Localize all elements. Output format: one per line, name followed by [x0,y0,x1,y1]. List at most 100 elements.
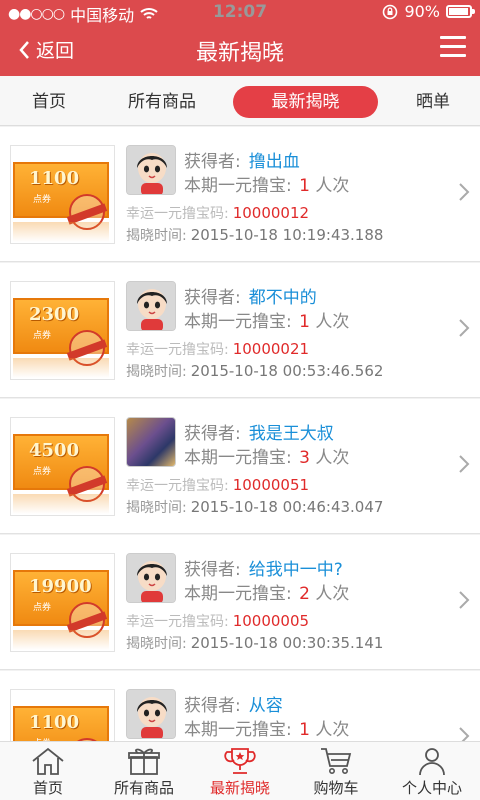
reveal-list-item[interactable]: 4500 点券 获得者: 我是王大叔 本期一元撸宝: 3 人次 幸运一元撸宝码: 10000… [0,399,480,534]
winner-line: 获得者: 从容 [184,691,283,716]
tab-bar: 首页 所有商品 最新揭晓 晒单 [0,76,480,126]
battery-percent: 90% [404,2,440,21]
bottom-nav-all-products-label: 所有商品 [113,779,174,797]
bottom-nav: 首页 所有商品 最新揭晓 购物车 个人中心 [0,741,480,800]
bottom-nav-latest-reveal[interactable]: 最新揭晓 [192,742,288,800]
reveal-time-line: 揭晓时间: 2015-10-18 00:46:43.047 [126,497,383,517]
lucky-code-value: 10000051 [232,476,310,494]
times-label: 本期一元撸宝: [184,312,292,332]
winner-name[interactable]: 都不中的 [249,288,317,308]
times-unit: 人次 [315,448,350,468]
coupon-amount: 4500 [29,440,80,461]
times-count: 2 [299,584,310,604]
nav-bar: 返回 最新揭晓 [0,24,480,76]
times-unit: 人次 [315,720,350,740]
lucky-code-value: 10000021 [232,340,310,358]
coupon-unit: 点券 [33,467,52,477]
product-thumbnail: 4500 点券 [10,417,115,516]
winner-name[interactable]: 从容 [249,696,283,716]
lucky-code-label: 幸运一元撸宝码: [126,342,229,358]
product-thumbnail: 19900 点券 [10,553,115,652]
coupon-unit: 点券 [33,331,52,341]
reveal-list: 1100 点券 获得者: 撸出血 本期一元撸宝: 1 人次 幸运一元撸宝码: 1000001… [0,127,480,741]
lucky-code-line: 幸运一元撸宝码: 10000005 [126,611,309,631]
times-line: 本期一元撸宝: 1 人次 [184,171,349,196]
lucky-code-value: 10000012 [232,204,310,222]
lucky-code-label: 幸运一元撸宝码: [126,478,229,494]
winner-avatar [126,553,176,603]
lucky-code-label: 幸运一元撸宝码: [126,614,229,630]
bottom-nav-home[interactable]: 首页 [0,742,96,800]
page-title: 最新揭晓 [195,41,284,66]
reveal-time-value: 2015-10-18 00:53:46.562 [190,362,384,380]
times-unit: 人次 [315,176,350,196]
coupon-image: 1100 点券 [13,162,109,230]
times-label: 本期一元撸宝: [184,720,292,740]
chevron-right-icon [459,455,470,473]
coupon-unit: 点券 [33,603,52,613]
bottom-nav-all-products[interactable]: 所有商品 [96,742,192,800]
tab-all-products[interactable]: 所有商品 [112,86,212,118]
lucky-code-line: 幸运一元撸宝码: 10000051 [126,475,309,495]
winner-line: 获得者: 给我中一中? [184,555,343,580]
reveal-list-item[interactable]: 19900 点券 获得者: 给我中一中? 本期一元撸宝: 2 人次 幸运一元撸宝码: 100… [0,535,480,670]
lucky-code-line: 幸运一元撸宝码: 10000021 [126,339,309,359]
winner-name[interactable]: 我是王大叔 [249,424,334,444]
chevron-right-icon [459,591,470,609]
bottom-nav-cart[interactable]: 购物车 [288,742,384,800]
reveal-list-item[interactable]: 1100 点券 获得者: 撸出血 本期一元撸宝: 1 人次幸运一元撸宝码: 1000001… [0,127,480,262]
reveal-time-value: 2015-10-18 10:19:43.188 [190,226,384,244]
times-label: 本期一元撸宝: [184,448,292,468]
home-icon [32,747,64,775]
winner-label: 获得者: [184,152,241,172]
product-thumbnail: 2300 点券 [10,281,115,380]
times-unit: 人次 [315,312,350,332]
cart-icon [321,748,352,774]
reveal-time-label: 揭晓时间: [126,364,187,380]
winner-label: 获得者: [184,696,241,716]
winner-label: 获得者: [184,288,241,308]
reveal-list-item[interactable]: 2300 点券 获得者: 都不中的 本期一元撸宝: 1 人次幸运一元撸宝码: 100000… [0,263,480,398]
winner-label: 获得者: [184,560,241,580]
lucky-code-line: 幸运一元撸宝码: 10000012 [126,203,309,223]
times-label: 本期一元撸宝: [184,584,292,604]
winner-label: 获得者: [184,424,241,444]
times-count: 3 [299,448,310,468]
times-count: 1 [299,720,310,740]
reveal-time-line: 揭晓时间: 2015-10-18 00:53:46.562 [126,361,383,381]
coupon-amount: 19900 [29,576,92,597]
product-thumbnail: 1100点券 [10,689,115,741]
gift-icon [128,748,160,775]
winner-line: 获得者: 都不中的 [184,283,317,308]
tab-show-orders[interactable]: 晒单 [398,86,468,118]
reveal-time-line: 揭晓时间: 2015-10-18 10:19:43.188 [126,225,383,245]
battery-icon [446,5,475,18]
bottom-nav-home-label: 首页 [32,779,63,797]
winner-name[interactable]: 撸出血 [249,152,300,172]
coupon-amount: 1100 [29,712,80,733]
times-count: 1 [299,176,310,196]
winner-line: 获得者: 我是王大叔 [184,419,334,444]
winner-avatar [126,689,176,739]
lucky-code-label: 幸运一元撸宝码: [126,206,229,222]
app-screen: ●●○○○ 中国移动 12:07 90% 返回 最新揭晓 首页 所有商品 最新揭… [0,0,480,800]
coupon-amount: 1100 [29,168,80,189]
reveal-list-item[interactable]: 1100点券 获得者: 从容本期一元撸宝: 1 人次 [0,671,480,741]
times-unit: 人次 [315,584,350,604]
bottom-nav-profile[interactable]: 个人中心 [384,742,480,800]
lucky-code-value: 10000005 [232,612,310,630]
reveal-time-label: 揭晓时间: [126,228,187,244]
winner-name[interactable]: 给我中一中? [249,560,343,580]
coupon-image: 2300 点券 [13,298,109,366]
coupon-image: 4500 点券 [13,434,109,502]
winner-avatar [126,281,176,331]
trophy-icon [224,748,256,774]
times-line: 本期一元撸宝: 1 人次 [184,307,349,332]
tab-home[interactable]: 首页 [10,86,88,118]
reveal-time-label: 揭晓时间: [126,636,187,652]
winner-avatar [126,145,176,195]
reveal-time-label: 揭晓时间: [126,500,187,516]
menu-icon[interactable] [440,36,466,58]
reveal-time-value: 2015-10-18 00:30:35.141 [190,634,384,652]
tab-latest-reveal[interactable]: 最新揭晓 [233,86,378,118]
